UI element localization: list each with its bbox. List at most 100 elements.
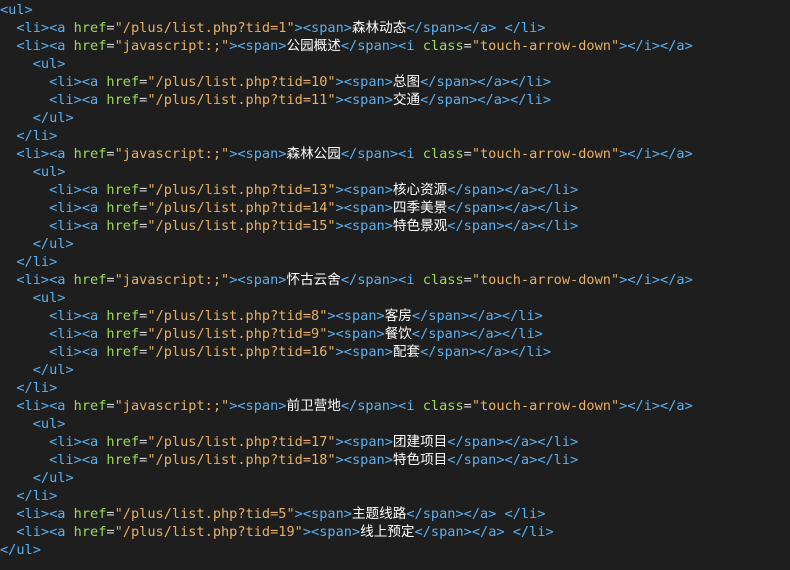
code-line[interactable]: <li><a href="javascript:;"><span>怀古云舍</s… [0, 271, 790, 289]
code-string-token: "/plus/list.php?tid=18" [147, 452, 336, 468]
code-attribute-token: href [73, 524, 107, 540]
code-line[interactable]: <li><a href="/plus/list.php?tid=5"><span… [0, 505, 790, 523]
code-line[interactable]: <li><a href="/plus/list.php?tid=15"><spa… [0, 217, 790, 235]
code-attribute-token: href [73, 20, 107, 36]
code-tag-token: <li><a [49, 452, 107, 468]
code-tag-token: </span></a> </li> [406, 20, 546, 36]
code-text-token: 线上预定 [360, 524, 415, 540]
code-line[interactable]: <li><a href="/plus/list.php?tid=9"><span… [0, 325, 790, 343]
code-line[interactable]: <li><a href="/plus/list.php?tid=14"><spa… [0, 199, 790, 217]
code-tag-token: ></i></a> [619, 272, 693, 288]
code-tag-token: </ul> [32, 110, 74, 126]
code-tag-token: <ul> [32, 416, 66, 432]
code-attribute-token: href [106, 182, 140, 198]
code-tag-token: <li><a [16, 38, 74, 54]
code-line[interactable]: <li><a href="javascript:;"><span>森林公园</s… [0, 145, 790, 163]
code-tag-token: </span></a></li> [411, 308, 543, 324]
code-line[interactable]: <li><a href="/plus/list.php?tid=8"><span… [0, 307, 790, 325]
code-tag-token: </span><i [340, 272, 423, 288]
code-tag-token: <li><a [49, 200, 107, 216]
code-tag-token: </ul> [32, 362, 74, 378]
code-attribute-token: href [106, 326, 140, 342]
code-line[interactable]: </ul> [0, 469, 790, 487]
code-attribute-token: class [422, 272, 464, 288]
code-operator-token: = [106, 20, 115, 36]
code-line[interactable]: <ul> [0, 1, 790, 19]
code-line[interactable]: <li><a href="/plus/list.php?tid=16"><spa… [0, 343, 790, 361]
code-line[interactable]: <li><a href="/plus/list.php?tid=17"><spa… [0, 433, 790, 451]
code-line[interactable]: <ul> [0, 163, 790, 181]
code-line[interactable]: </ul> [0, 109, 790, 127]
code-tag-token: <li><a [16, 20, 74, 36]
code-line[interactable]: <li><a href="/plus/list.php?tid=18"><spa… [0, 451, 790, 469]
code-tag-token: <li><a [16, 398, 74, 414]
code-editor[interactable]: <ul> <li><a href="/plus/list.php?tid=1">… [0, 0, 790, 570]
code-string-token: "touch-arrow-down" [471, 146, 620, 162]
code-text-token: 森林动态 [351, 20, 407, 36]
code-line[interactable]: <li><a href="javascript:;"><span>前卫营地</s… [0, 397, 790, 415]
code-attribute-token: href [73, 506, 107, 522]
code-tag-token: </span></a></li> [411, 326, 543, 342]
code-line[interactable]: </li> [0, 487, 790, 505]
code-text-token: 主题线路 [351, 506, 407, 522]
code-text-token: 公园概述 [286, 38, 341, 54]
code-tag-token: ><span> [335, 200, 393, 216]
code-tag-token: </ul> [32, 236, 74, 252]
code-line[interactable]: </ul> [0, 541, 790, 559]
code-operator-token: = [463, 272, 472, 288]
code-line[interactable]: <li><a href="/plus/list.php?tid=10"><spa… [0, 73, 790, 91]
code-line[interactable]: <ul> [0, 415, 790, 433]
code-string-token: "touch-arrow-down" [471, 38, 620, 54]
code-tag-token: </ul> [32, 470, 74, 486]
code-line[interactable]: <li><a href="javascript:;"><span>公园概述</s… [0, 37, 790, 55]
code-text-token: 团建项目 [392, 434, 448, 450]
code-attribute-token: href [106, 200, 140, 216]
code-tag-token: <li><a [49, 434, 107, 450]
code-text-token: 餐饮 [384, 326, 412, 342]
code-string-token: "/plus/list.php?tid=13" [147, 182, 336, 198]
code-tag-token: ><span> [335, 218, 393, 234]
code-tag-token: ><span> [327, 326, 385, 342]
code-text-token: 怀古云舍 [286, 272, 341, 288]
code-string-token: "/plus/list.php?tid=10" [147, 74, 336, 90]
code-string-token: "javascript:;" [114, 398, 230, 414]
code-operator-token: = [106, 398, 115, 414]
code-line[interactable]: <li><a href="/plus/list.php?tid=19"><spa… [0, 523, 790, 541]
code-operator-token: = [463, 38, 472, 54]
code-tag-token: <li><a [49, 308, 107, 324]
code-string-token: "/plus/list.php?tid=15" [147, 218, 336, 234]
code-line[interactable]: </ul> [0, 361, 790, 379]
code-string-token: "javascript:;" [114, 272, 230, 288]
code-line[interactable]: <ul> [0, 55, 790, 73]
code-tag-token: </li> [16, 254, 58, 270]
code-text-token: 特色景观 [392, 218, 448, 234]
code-tag-token: </span></a></li> [447, 434, 579, 450]
code-line[interactable]: <li><a href="/plus/list.php?tid=1"><span… [0, 19, 790, 37]
code-line[interactable]: </li> [0, 379, 790, 397]
code-attribute-token: href [106, 218, 140, 234]
code-tag-token: ><span> [335, 344, 393, 360]
code-attribute-token: href [106, 74, 140, 90]
code-tag-token: </span></a></li> [420, 92, 552, 108]
code-line[interactable]: </ul> [0, 235, 790, 253]
code-line[interactable]: <li><a href="/plus/list.php?tid=11"><spa… [0, 91, 790, 109]
code-tag-token: ></i></a> [619, 146, 693, 162]
code-line[interactable]: </li> [0, 127, 790, 145]
code-operator-token: = [106, 146, 115, 162]
code-line[interactable]: </li> [0, 253, 790, 271]
code-text-token: 总图 [392, 74, 421, 90]
code-text-token: 四季美景 [392, 200, 448, 216]
code-string-token: "/plus/list.php?tid=9" [147, 326, 328, 342]
code-operator-token: = [106, 506, 115, 522]
code-line[interactable]: <ul> [0, 289, 790, 307]
code-line[interactable]: <li><a href="/plus/list.php?tid=13"><spa… [0, 181, 790, 199]
